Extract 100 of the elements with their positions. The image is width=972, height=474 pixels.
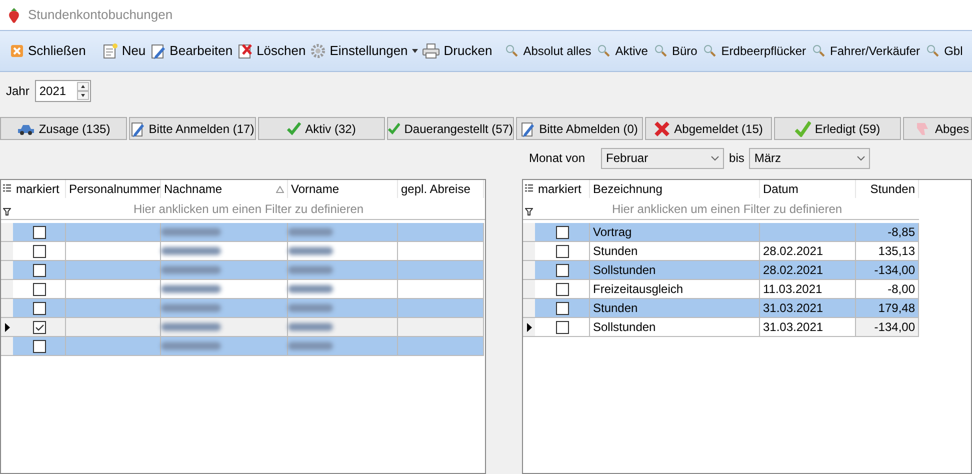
- table-row[interactable]: Sollstunden 31.03.2021 -134,00: [523, 318, 919, 337]
- column-header[interactable]: Bezeichnung: [590, 180, 760, 198]
- column-chooser-icon[interactable]: [3, 184, 11, 194]
- blurred-name: [161, 342, 221, 350]
- filter-icon[interactable]: [525, 208, 533, 216]
- table-row[interactable]: Sollstunden 28.02.2021 -134,00: [523, 261, 919, 280]
- column-header[interactable]: Datum: [760, 180, 856, 198]
- blurred-name: [288, 228, 333, 236]
- checkbox[interactable]: [32, 282, 46, 296]
- table-cell-text: 28.02.2021: [763, 243, 824, 260]
- table-row[interactable]: Vortrag -8,85: [523, 223, 919, 242]
- blurred-name: [288, 247, 333, 255]
- filter-hint[interactable]: Hier anklicken um einen Filter zu definieren: [133, 202, 364, 216]
- table-cell-text: Sollstunden: [593, 319, 656, 336]
- cross-icon: [654, 120, 670, 136]
- search-icon: [597, 44, 612, 58]
- checkbox[interactable]: [556, 226, 568, 238]
- checkbox[interactable]: [32, 340, 46, 352]
- checkbox[interactable]: [556, 244, 568, 258]
- filter-hint[interactable]: Hier anklicken um einen Filter zu definieren: [612, 202, 842, 216]
- table-cell-text: 179,48: [878, 300, 915, 317]
- toolbar-button[interactable]: Löschen: [234, 38, 308, 64]
- checkbox[interactable]: [556, 264, 568, 276]
- search-icon: [703, 44, 718, 58]
- table-cell-text: 135,13: [878, 243, 915, 260]
- checkbox[interactable]: [32, 320, 46, 334]
- new-document-icon: [102, 43, 118, 59]
- check-icon: [794, 120, 811, 136]
- toolbar-button[interactable]: Bearbeiten: [148, 38, 235, 64]
- status-tab[interactable]: Abgemeldet (15): [645, 117, 772, 140]
- pencil-icon: [521, 120, 536, 136]
- blurred-name: [161, 266, 221, 274]
- filter-button[interactable]: Aktive: [594, 38, 651, 64]
- car-icon: [16, 122, 35, 134]
- filter-button[interactable]: Erdbeerpflücker: [700, 38, 810, 64]
- checkbox[interactable]: [32, 264, 46, 276]
- column-header[interactable]: Vorname: [288, 180, 398, 198]
- printer-icon: [422, 43, 440, 59]
- blurred-name: [161, 323, 221, 331]
- status-tab[interactable]: Zusage (135): [0, 117, 127, 140]
- column-header[interactable]: Nachname: [161, 180, 288, 198]
- blurred-name: [288, 323, 333, 331]
- check-icon: [388, 122, 400, 136]
- checkbox[interactable]: [32, 302, 46, 314]
- month-from-dropdown[interactable]: Februar: [601, 148, 724, 168]
- gear-icon: [310, 43, 326, 59]
- toolbar-button[interactable]: Schließen: [8, 38, 88, 64]
- column-chooser-icon[interactable]: [525, 184, 533, 194]
- blurred-name: [288, 342, 333, 350]
- filter-button[interactable]: Gbl: [923, 38, 966, 64]
- column-header[interactable]: Stunden: [856, 180, 919, 198]
- check-icon: [287, 122, 302, 136]
- table-row[interactable]: Stunden 28.02.2021 135,13: [523, 242, 919, 261]
- current-row-icon: [4, 322, 10, 332]
- table-cell-text: -8,00: [888, 281, 915, 298]
- status-tab[interactable]: Bitte Anmelden (17): [129, 117, 256, 140]
- table-cell-text: Stunden: [593, 300, 638, 317]
- month-to-label: bis: [729, 150, 744, 167]
- table-cell-text: 11.03.2021: [763, 281, 822, 298]
- blurred-name: [288, 285, 333, 293]
- table-cell-text: Stunden: [593, 243, 638, 260]
- sort-ascending-icon: [276, 186, 284, 192]
- table-row[interactable]: Freizeitausgleich 11.03.2021 -8,00: [523, 280, 919, 299]
- toolbar-button[interactable]: Drucken: [420, 38, 494, 64]
- close-icon: [10, 44, 24, 58]
- chevron-down-icon: [711, 156, 720, 160]
- filter-button[interactable]: Absolut alles: [502, 38, 594, 64]
- checkbox[interactable]: [556, 320, 568, 334]
- filter-button[interactable]: Fahrer/Verkäufer: [809, 38, 924, 64]
- blurred-name: [288, 266, 333, 274]
- year-spinner[interactable]: 2021: [35, 80, 92, 102]
- status-tab[interactable]: Bitte Abmelden (0): [516, 117, 643, 140]
- filter-button[interactable]: Büro: [650, 38, 700, 64]
- toolbar-button[interactable]: Einstellungen: [308, 38, 420, 64]
- month-to-dropdown[interactable]: März: [749, 148, 870, 168]
- toolbar-button[interactable]: Neu: [100, 38, 148, 64]
- checkbox[interactable]: [32, 244, 46, 258]
- table-cell-text: Freizeitausgleich: [593, 281, 684, 298]
- status-tab[interactable]: Aktiv (32): [258, 117, 385, 140]
- pencil-icon: [150, 43, 166, 59]
- column-header[interactable]: gepl. Abreise: [398, 180, 484, 198]
- pencil-icon: [130, 120, 145, 136]
- table-cell-text: 31.03.2021: [763, 300, 824, 317]
- table-row[interactable]: Stunden 31.03.2021 179,48: [523, 299, 919, 318]
- status-tab[interactable]: Dauerangestellt (57): [387, 117, 514, 140]
- blurred-name: [161, 228, 221, 236]
- chevron-down-icon: [857, 156, 866, 160]
- blurred-name: [161, 285, 221, 293]
- checkbox[interactable]: [556, 302, 568, 314]
- column-header[interactable]: markiert: [535, 180, 590, 198]
- filter-icon[interactable]: [3, 208, 11, 216]
- column-header[interactable]: Personalnummer: [66, 180, 161, 198]
- column-header[interactable]: markiert: [13, 180, 66, 198]
- checkbox[interactable]: [32, 226, 46, 238]
- checkbox[interactable]: [556, 282, 568, 296]
- status-tab[interactable]: Abges: [903, 117, 972, 140]
- table-cell-text: -8,85: [888, 224, 915, 241]
- blurred-name: [161, 304, 221, 312]
- status-tab[interactable]: Erledigt (59): [774, 117, 901, 140]
- search-icon: [812, 44, 826, 58]
